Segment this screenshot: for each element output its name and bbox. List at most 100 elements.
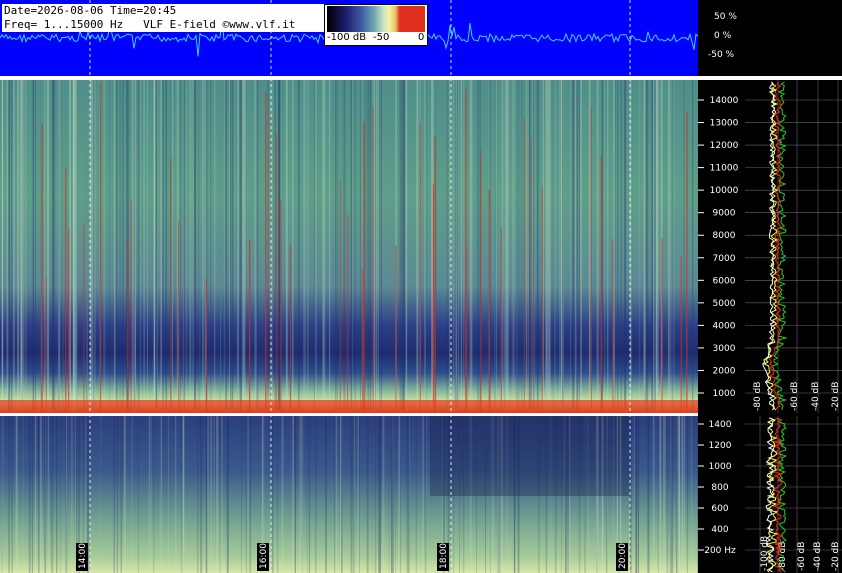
spectrogram-streak — [241, 80, 244, 410]
spectrogram-streak — [113, 416, 116, 573]
spectrogram-streak — [100, 416, 102, 573]
spectrogram-streak — [415, 416, 417, 573]
spectrogram-streak — [39, 416, 42, 573]
spectrogram-canvas: 1400013000120001100010000900080007000600… — [0, 0, 842, 573]
spectrogram-streak — [122, 80, 124, 410]
spectrogram-streak — [298, 416, 300, 573]
spectrogram-streak — [518, 80, 520, 410]
spectrogram-sferic — [434, 136, 436, 414]
spectrogram-streak — [56, 416, 58, 573]
spectrogram-streak — [160, 80, 162, 410]
spectrogram-streak — [545, 80, 548, 410]
spectrogram-sferic — [500, 228, 502, 413]
spectrogram-streak — [355, 80, 357, 410]
spectrogram-streak — [496, 80, 497, 410]
spectrogram-streak — [494, 80, 496, 410]
spectrogram-streak — [44, 80, 46, 410]
spectrogram-streak — [303, 80, 304, 410]
spectrogram-streak — [681, 416, 684, 573]
spectrogram-streak — [15, 416, 18, 573]
spectrogram-streak — [647, 80, 649, 410]
spectrogram-streak — [276, 416, 279, 573]
spectrogram-streak — [635, 416, 637, 573]
spectrogram-streak — [237, 80, 239, 410]
db-label: -20 dB — [831, 542, 841, 571]
spectrogram-streak — [469, 80, 471, 410]
spectrogram-streak — [281, 416, 284, 573]
spectrogram-streak — [210, 416, 212, 573]
spectrogram-streak — [75, 416, 76, 573]
spectrogram-streak — [671, 80, 674, 410]
spectrogram-sferic — [265, 91, 267, 414]
time-label: 18:00 — [439, 543, 449, 569]
spectrogram-streak — [373, 80, 376, 410]
freq-tick-label: 600 — [711, 504, 728, 514]
spectrogram-streak — [205, 416, 208, 573]
spectrogram-streak — [659, 416, 662, 573]
freq-tick-label: 1200 — [709, 441, 732, 451]
spectrogram-streak — [171, 80, 173, 410]
spectrogram-streak — [62, 80, 64, 410]
freq-tick-label: 8000 — [713, 231, 736, 241]
spectrogram-streak — [405, 80, 408, 410]
spectrogram-streak — [155, 80, 157, 410]
spectrogram-streak — [489, 80, 491, 410]
spectrogram-sferic — [466, 247, 468, 413]
spectrogram-streak — [554, 80, 556, 410]
spectrogram-streak — [513, 80, 515, 410]
freq-tick-label: 1400 — [709, 420, 732, 430]
spectrogram-streak — [69, 80, 71, 410]
spectrogram-streak — [225, 80, 228, 410]
spectrogram-streak — [357, 416, 359, 573]
spectrogram-streak — [137, 80, 140, 410]
spectrogram-streak — [359, 80, 362, 410]
spectrogram-streak — [192, 80, 194, 410]
spectrogram-sferic — [432, 184, 435, 413]
spectrogram-streak — [315, 416, 317, 573]
spectrogram-sferic — [170, 158, 172, 413]
spectrogram-streak — [210, 80, 212, 410]
spectrogram-streak — [431, 80, 433, 410]
spectrogram-streak — [103, 80, 105, 410]
spectrogram-sferic — [362, 269, 364, 413]
spectrogram-streak — [219, 416, 221, 573]
spectrogram-streak — [300, 416, 302, 573]
spectrogram-streak — [34, 80, 36, 410]
spectrogram-streak — [23, 80, 25, 410]
spectrogram-streak — [11, 80, 13, 410]
spectrogram-streak — [322, 80, 325, 410]
color-scale: -100 dB -50 0 — [324, 4, 428, 46]
spectrogram-streak — [1, 416, 4, 573]
spectrogram-streak — [662, 416, 665, 573]
spectrogram-streak — [335, 80, 337, 410]
freq-tick-label: 5000 — [713, 299, 736, 309]
spectrogram-sferic — [339, 181, 341, 413]
spectrogram-streak — [342, 416, 343, 573]
freq-tick-label: 3000 — [713, 344, 736, 354]
spectrogram-sferic — [65, 167, 67, 413]
spectrogram-streak — [393, 416, 395, 573]
spectrogram-streak — [213, 416, 215, 573]
spectrogram-streak — [576, 80, 579, 410]
spectrogram-sferic — [347, 215, 349, 413]
spectrogram-sferic — [83, 225, 85, 413]
spectrogram-sferic — [99, 81, 102, 414]
spectrogram-streak — [653, 80, 655, 410]
spectrogram-streak — [570, 80, 572, 410]
spectrogram-sferic — [488, 189, 490, 413]
spectrogram-streak — [335, 416, 338, 573]
spectrogram-streak — [455, 80, 458, 410]
spectrogram-streak — [267, 80, 269, 410]
spectrogram-streak — [44, 416, 47, 573]
spectrogram-streak — [147, 80, 148, 410]
spectrogram-streak — [537, 80, 540, 410]
spectrogram-streak — [278, 80, 280, 410]
time-label: 16:00 — [259, 543, 269, 569]
spectrogram-streak — [116, 416, 118, 573]
spectrogram-streak — [104, 80, 106, 410]
freq-tick-label: 800 — [711, 483, 728, 493]
spectrogram-streak — [162, 80, 164, 410]
spectrogram-streak — [220, 80, 221, 410]
freq-tick-label: 13000 — [710, 119, 739, 129]
spectrogram-sferic — [68, 228, 70, 413]
